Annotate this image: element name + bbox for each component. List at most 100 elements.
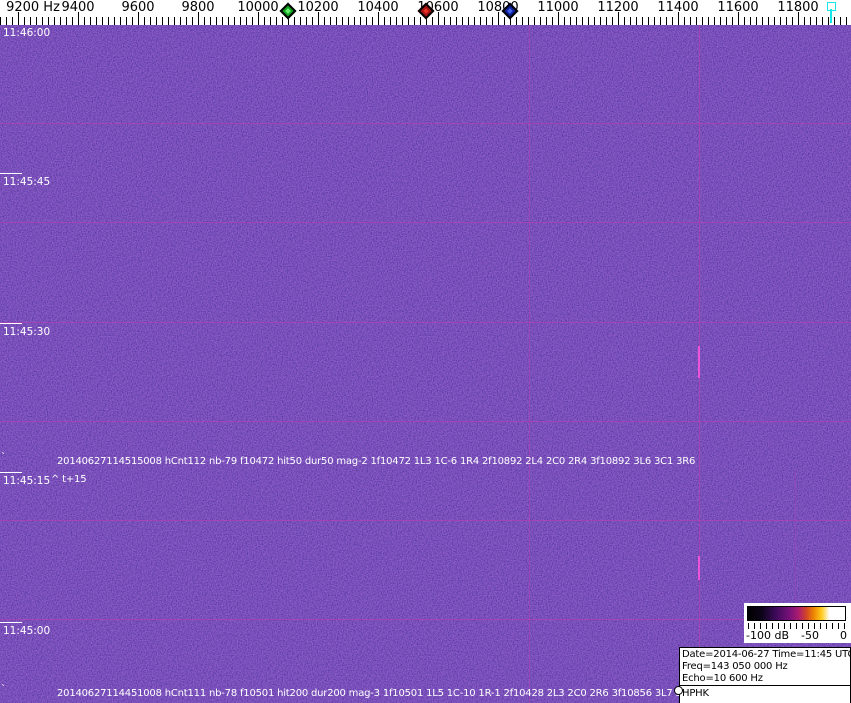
frequency-tick [816,17,817,25]
frequency-tick [684,17,685,25]
frequency-label: 10400 [357,0,399,15]
carrier-line [529,25,530,703]
time-label: 11:45:45 [3,176,51,188]
frequency-tick [786,17,787,25]
frequency-tick [666,17,667,25]
spectrogram[interactable]: ` 20140627114515008 hCnt112 nb-79 f10472… [0,25,851,703]
frequency-tick [312,17,313,25]
frequency-tick [132,17,133,25]
time-gridline [0,322,851,323]
frequency-tick [654,17,655,25]
event-marker-tick-2: ` [1,684,6,695]
frequency-tick [72,17,73,25]
frequency-tick [504,17,505,25]
info-box-handle[interactable] [674,686,683,695]
info-echo-line: Echo=10 600 Hz [682,673,763,684]
frequency-label: 9800 [181,0,215,15]
frequency-label: 10200 [297,0,339,15]
station-id-box: HPHK [679,685,851,703]
frequency-label: 9400 [61,0,95,15]
frequency-tick [216,17,217,25]
time-label: 11:46:00 [3,27,51,39]
frequency-tick [210,17,211,25]
frequency-tick [846,17,847,25]
frequency-tick [12,17,13,25]
frequency-tick [180,17,181,25]
frequency-tick [156,17,157,25]
frequency-tick [810,17,811,25]
frequency-tick [54,17,55,25]
frequency-tick [390,17,391,25]
frequency-tick [294,17,295,25]
frequency-tick [102,17,103,25]
frequency-tick [828,17,829,25]
frequency-tick [756,17,757,25]
green-diamond-marker-core [285,8,291,14]
frequency-tick [606,17,607,25]
frequency-tick [330,17,331,25]
frequency-tick [456,17,457,25]
frequency-tick [366,17,367,25]
frequency-tick [270,17,271,25]
frequency-tick [492,17,493,25]
frequency-ruler[interactable]: 9200 Hz 9400 9600 9800 10000 10200 10400 10600 1… [0,0,851,25]
event-annotation-1: 20140627114515008 hCnt112 nb-79 f10472 h… [57,456,696,467]
frequency-tick [228,17,229,25]
frequency-tick [516,17,517,25]
frequency-label: 11000 [537,0,579,15]
frequency-tick [672,17,673,25]
colorbar-panel: -100 dB -50 0 [744,603,851,643]
frequency-tick [840,17,841,25]
frequency-tick [468,17,469,25]
frequency-tick [594,17,595,25]
frequency-tick [792,17,793,25]
frequency-tick [276,17,277,25]
frequency-tick [108,17,109,25]
frequency-label: 10000 [237,0,279,15]
frequency-tick [324,17,325,25]
frequency-tick [222,17,223,25]
frequency-tick [450,17,451,25]
frequency-tick [570,17,571,25]
frequency-tick [660,17,661,25]
frequency-tick [252,17,253,25]
frequency-tick [732,17,733,25]
frequency-tick [822,17,823,25]
frequency-tick [834,17,835,25]
frequency-label: 9200 Hz [6,0,60,15]
frequency-tick [552,17,553,25]
frequency-tick [396,17,397,25]
frequency-tick [702,17,703,25]
time-gridline [0,421,851,422]
frequency-tick [480,17,481,25]
frequency-tick [720,17,721,25]
frequency-tick [234,17,235,25]
frequency-tick [588,17,589,25]
cyan-cursor-pin-stem[interactable] [830,9,832,23]
frequency-tick [624,17,625,25]
frequency-tick [714,17,715,25]
frequency-tick [300,17,301,25]
frequency-tick [120,17,121,25]
frequency-tick [540,17,541,25]
frequency-tick [150,17,151,25]
frequency-tick [420,17,421,25]
frequency-tick [444,17,445,25]
frequency-tick [162,17,163,25]
frequency-tick [306,17,307,25]
observation-info-box: Date=2014-06-27 Time=11:45 UTC Freq=143 … [679,647,851,686]
frequency-tick [264,17,265,25]
frequency-tick [6,17,7,25]
frequency-tick [462,17,463,25]
time-label: 11:45:00 [3,625,51,637]
frequency-tick [24,17,25,25]
frequency-tick [600,17,601,25]
frequency-tick [282,17,283,25]
frequency-tick [144,17,145,25]
blue-diamond-marker-core [507,8,513,14]
frequency-tick [768,17,769,25]
info-date-line: Date=2014-06-27 Time=11:45 UTC [682,649,851,660]
frequency-tick [204,17,205,25]
frequency-tick [762,17,763,25]
frequency-tick [0,17,1,25]
